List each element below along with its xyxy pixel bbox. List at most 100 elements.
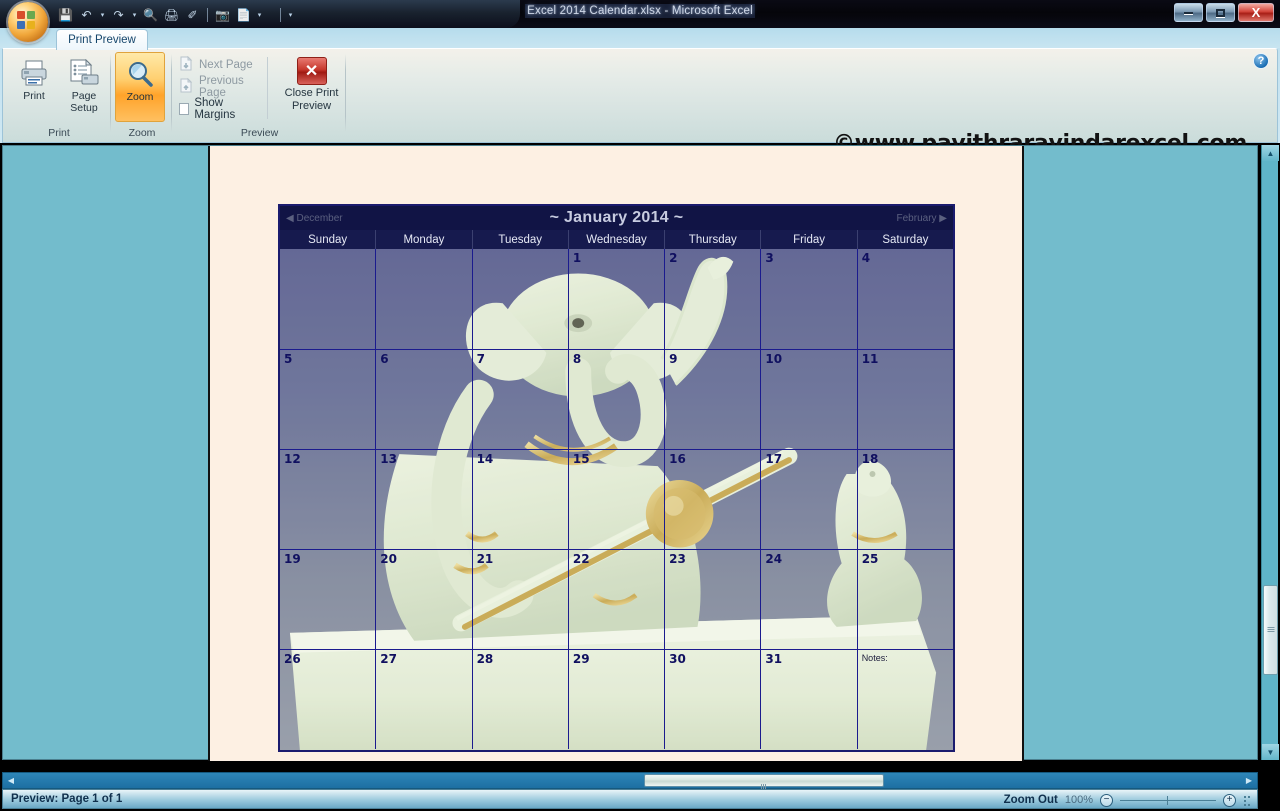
zoom-percent[interactable]: 100% xyxy=(1065,794,1093,806)
calendar-day-cell[interactable]: 5 xyxy=(280,350,375,449)
horizontal-scrollbar-thumb[interactable] xyxy=(644,774,884,791)
page-setup-label-line2: Setup xyxy=(70,102,98,114)
day-number: 12 xyxy=(284,452,301,466)
group-divider-1 xyxy=(110,54,111,132)
calendar-day-cell[interactable]: 14 xyxy=(471,450,568,549)
scroll-right-arrow-icon[interactable]: ▶ xyxy=(1241,773,1257,788)
excel-print-preview-window: 💾 ↶ ▾ ↷ ▾ 🔍 🖨 ✐ 📷 📄 ▾ ▾ Excel 2014 Calen… xyxy=(0,0,1280,811)
notes-label: Notes: xyxy=(861,653,888,663)
calendar-day-cell[interactable]: 20 xyxy=(375,550,471,649)
printer-icon xyxy=(19,56,49,90)
day-number: 31 xyxy=(765,652,783,666)
calendar-day-cell[interactable]: 29 xyxy=(567,650,664,749)
day-header-wednesday: Wednesday xyxy=(567,230,664,249)
day-header-saturday: Saturday xyxy=(856,230,953,249)
calendar-day-cell[interactable]: 10 xyxy=(760,350,856,449)
show-margins-checkbox[interactable]: Show Margins xyxy=(176,97,255,121)
calendar-day-cell[interactable]: 25 xyxy=(856,550,953,649)
calendar-day-cell[interactable]: 2 xyxy=(664,249,760,349)
checkbox-icon[interactable] xyxy=(179,103,190,115)
calendar-day-cell[interactable]: 17 xyxy=(760,450,856,549)
window-title-text: Excel 2014 Calendar.xlsx - Microsoft Exc… xyxy=(525,4,755,18)
day-header-monday: Monday xyxy=(375,230,471,249)
scroll-down-arrow-icon[interactable]: ▼ xyxy=(1262,744,1279,760)
day-number: 18 xyxy=(861,452,879,466)
zoom-plus-button[interactable]: + xyxy=(1223,793,1236,807)
calendar-day-cell[interactable]: 16 xyxy=(664,450,760,549)
day-number: 13 xyxy=(380,452,397,466)
calendar-week-row: 1 2 3 4 xyxy=(280,249,953,349)
calendar-day-cell[interactable] xyxy=(471,249,568,349)
title-bar: 💾 ↶ ▾ ↷ ▾ 🔍 🖨 ✐ 📷 📄 ▾ ▾ Excel 2014 Calen… xyxy=(0,0,1280,42)
calendar-day-cell[interactable] xyxy=(280,249,375,349)
day-number: 23 xyxy=(669,552,686,566)
zoom-button[interactable]: Zoom xyxy=(115,52,165,122)
zoom-out-label[interactable]: Zoom Out xyxy=(1004,794,1058,806)
previous-page-label: Previous Page xyxy=(199,75,244,99)
calendar-day-cell[interactable]: 9 xyxy=(664,350,760,449)
calendar-day-cell[interactable]: 1 xyxy=(567,249,664,349)
calendar-day-cell[interactable]: 15 xyxy=(567,450,664,549)
vertical-scrollbar-thumb[interactable] xyxy=(1263,585,1278,675)
calendar-day-cell[interactable]: 4 xyxy=(856,249,953,349)
next-month-link[interactable]: February ▶ xyxy=(843,213,953,224)
calendar-day-cell[interactable]: 19 xyxy=(280,550,375,649)
calendar-day-cell[interactable]: 22 xyxy=(567,550,664,649)
calendar-day-cell[interactable]: 24 xyxy=(760,550,856,649)
calendar-day-cell[interactable]: 13 xyxy=(375,450,471,549)
page-setup-button[interactable]: Page Setup xyxy=(59,52,109,114)
ribbon-body: ? Print Page Setup Print Zoom Zoom Next … xyxy=(2,48,1278,156)
zoom-slider[interactable] xyxy=(1120,794,1216,807)
preview-inner-divider xyxy=(267,57,269,119)
vertical-scrollbar[interactable]: ▲ ▼ xyxy=(1261,145,1279,760)
calendar-day-cell[interactable]: 26 xyxy=(280,650,375,749)
day-number: 9 xyxy=(669,352,678,366)
close-print-preview-button[interactable]: ✕ Close Print Preview xyxy=(280,54,343,113)
calendar-week-row: 26 27 28 29 30 31 Notes: xyxy=(280,649,953,749)
day-number: 8 xyxy=(572,352,582,366)
scrollbar-grip-icon xyxy=(761,778,767,791)
preview-page: ◀ December ~ January 2014 ~ February ▶ S… xyxy=(208,146,1024,761)
office-button[interactable] xyxy=(8,2,48,42)
ribbon-group-print: Print Page Setup Print xyxy=(9,52,109,140)
print-button[interactable]: Print xyxy=(9,52,59,102)
minimize-button[interactable] xyxy=(1174,3,1203,22)
calendar-day-cell[interactable]: 21 xyxy=(471,550,568,649)
calendar-notes-cell[interactable]: Notes: xyxy=(856,650,953,749)
calendar-day-cell[interactable]: 30 xyxy=(664,650,760,749)
ribbon: Print Preview ? Print Page Setup Print Z… xyxy=(0,28,1280,156)
next-page-button[interactable]: Next Page xyxy=(176,54,255,76)
calendar-day-cell[interactable] xyxy=(375,249,471,349)
calendar-day-cell[interactable]: 3 xyxy=(760,249,856,349)
calendar-day-cell[interactable]: 18 xyxy=(856,450,953,549)
ribbon-tab-strip xyxy=(0,28,1280,48)
close-print-preview-line2: Preview xyxy=(291,100,332,112)
tab-print-preview[interactable]: Print Preview xyxy=(56,29,148,50)
scroll-left-arrow-icon[interactable]: ◀ xyxy=(3,773,19,788)
zoom-minus-button[interactable]: − xyxy=(1100,793,1113,807)
zoom-button-label: Zoom xyxy=(126,91,154,103)
previous-month-link[interactable]: ◀ December xyxy=(280,213,390,224)
calendar-day-cell[interactable]: 27 xyxy=(375,650,471,749)
print-preview-canvas[interactable]: ◀ December ~ January 2014 ~ February ▶ S… xyxy=(2,145,1258,761)
calendar-day-cell[interactable]: 11 xyxy=(856,350,953,449)
help-icon[interactable]: ? xyxy=(1253,53,1269,69)
calendar-day-cell[interactable]: 28 xyxy=(471,650,568,749)
horizontal-scrollbar[interactable]: ◀ ▶ xyxy=(2,772,1258,791)
close-x-icon: ✕ xyxy=(296,57,327,85)
calendar-day-cell[interactable]: 23 xyxy=(664,550,760,649)
calendar-day-cell[interactable]: 8 xyxy=(567,350,664,449)
day-number: 3 xyxy=(765,251,774,265)
group-divider-3 xyxy=(345,54,346,132)
calendar-day-cell[interactable]: 12 xyxy=(280,450,375,549)
calendar-header: ◀ December ~ January 2014 ~ February ▶ xyxy=(280,206,953,230)
maximize-button[interactable] xyxy=(1206,3,1235,22)
calendar-day-cell[interactable]: 31 xyxy=(760,650,856,749)
previous-page-button[interactable]: Previous Page xyxy=(176,75,255,99)
day-number: 21 xyxy=(476,552,494,566)
calendar-day-cell[interactable]: 7 xyxy=(471,350,568,449)
close-button[interactable]: X xyxy=(1238,3,1274,22)
resize-grip-icon[interactable] xyxy=(1243,795,1253,806)
calendar-day-cell[interactable]: 6 xyxy=(375,350,471,449)
scroll-up-arrow-icon[interactable]: ▲ xyxy=(1262,145,1279,161)
